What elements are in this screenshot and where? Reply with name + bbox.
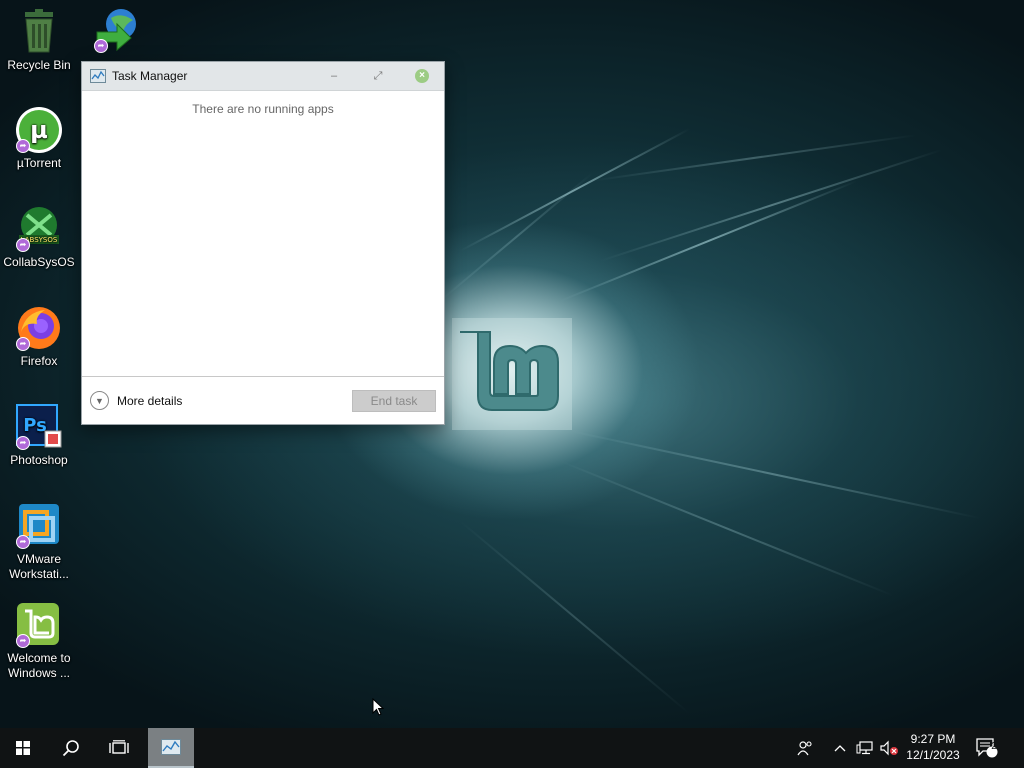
wallpaper-streak <box>559 180 858 302</box>
people-button[interactable] <box>792 728 818 768</box>
task-manager-icon <box>90 69 106 83</box>
clock[interactable]: 9:27 PM 12/1/2023 <box>902 731 964 763</box>
maximize-button[interactable]: ⤢ <box>356 62 400 90</box>
internet-download-manager-icon: ➦ <box>93 6 141 54</box>
taskbar: 9:27 PM 12/1/2023 2 <box>0 728 1024 768</box>
photoshop-icon: Ps ➦ <box>15 403 63 451</box>
volume-button[interactable] <box>878 728 900 768</box>
clock-time: 9:27 PM <box>910 732 956 746</box>
desktop-icon-utorrent[interactable]: µ ➦ µTorrent <box>0 106 78 171</box>
desktop: Recycle Bin ➦ µ ➦ µTorrent LABSYSOS ➦ Co… <box>0 0 1024 728</box>
task-manager-footer: ▼ More details End task <box>82 376 444 424</box>
mouse-cursor-icon <box>372 698 384 716</box>
desktop-icon-label: Recycle Bin <box>7 58 71 72</box>
wallpaper-streak <box>559 460 895 597</box>
desktop-icon-label: Photoshop <box>10 453 68 467</box>
more-details-link[interactable]: More details <box>117 394 352 408</box>
desktop-icon-label: Welcome to Windows ... <box>7 651 71 680</box>
volume-muted-icon <box>880 740 898 756</box>
wallpaper-streak <box>459 128 691 252</box>
task-view-button[interactable] <box>96 728 142 768</box>
close-button[interactable]: × <box>400 62 444 90</box>
search-icon <box>62 740 79 757</box>
desktop-icon-label: µTorrent <box>16 156 62 170</box>
collabsysos-icon: LABSYSOS ➦ <box>15 205 63 253</box>
desktop-icon-recycle-bin[interactable]: Recycle Bin <box>0 8 78 73</box>
shortcut-arrow-icon: ➦ <box>16 634 30 648</box>
search-button[interactable] <box>48 728 94 768</box>
firefox-icon: ➦ <box>15 304 63 352</box>
shortcut-arrow-icon: ➦ <box>16 337 30 351</box>
shortcut-arrow-icon: ➦ <box>94 39 108 53</box>
chevron-up-icon <box>834 745 846 752</box>
start-button[interactable] <box>0 728 46 768</box>
photoshop-badge-text: Ps <box>23 415 47 436</box>
desktop-icon-internet-download-manager[interactable]: ➦ <box>78 6 156 56</box>
shortcut-arrow-icon: ➦ <box>16 535 30 549</box>
network-icon <box>856 741 873 755</box>
desktop-icon-welcome-to-windows[interactable]: ➦ Welcome to Windows ... <box>0 601 78 681</box>
desktop-icon-photoshop[interactable]: Ps ➦ Photoshop <box>0 403 78 468</box>
people-icon <box>797 741 812 756</box>
recycle-bin-icon <box>15 8 63 56</box>
task-manager-window: Task Manager – ⤢ × There are no running … <box>81 61 445 425</box>
no-running-apps-message: There are no running apps <box>192 102 334 116</box>
desktop-icon-firefox[interactable]: ➦ Firefox <box>0 304 78 369</box>
minimize-button[interactable]: – <box>312 62 356 90</box>
taskbar-app-task-manager[interactable] <box>148 728 194 768</box>
shortcut-arrow-icon: ➦ <box>16 139 30 153</box>
desktop-icon-vmware-workstation[interactable]: ➦ VMware Workstati... <box>0 502 78 582</box>
wallpaper-streak <box>459 520 691 715</box>
wallpaper-streak <box>599 148 943 262</box>
task-manager-icon <box>161 739 181 755</box>
maximize-icon: ⤢ <box>373 69 383 82</box>
network-button[interactable] <box>854 728 876 768</box>
linux-mint-logo <box>452 318 572 430</box>
notifications-count-badge: 2 <box>991 741 997 752</box>
utorrent-icon: µ ➦ <box>15 106 63 154</box>
wallpaper-streak <box>569 430 982 520</box>
task-view-icon <box>109 740 129 754</box>
chevron-down-icon[interactable]: ▼ <box>90 391 109 410</box>
desktop-icon-label: Firefox <box>20 354 58 368</box>
show-hidden-icons-button[interactable] <box>830 728 850 768</box>
end-task-button[interactable]: End task <box>352 389 436 412</box>
desktop-icon-collabsysos[interactable]: LABSYSOS ➦ CollabSysOS <box>0 205 78 270</box>
notifications-button[interactable]: 2 <box>970 728 1004 768</box>
svg-text:µ: µ <box>30 116 48 144</box>
desktop-icon-label: VMware Workstati... <box>9 552 69 581</box>
vmware-icon: ➦ <box>15 502 63 550</box>
task-manager-titlebar[interactable]: Task Manager – ⤢ × <box>82 62 444 91</box>
window-title: Task Manager <box>112 69 188 83</box>
wallpaper-streak <box>439 171 594 302</box>
windows-start-icon <box>16 741 30 755</box>
desktop-icon-label: CollabSysOS <box>3 255 75 269</box>
minimize-icon: – <box>330 70 338 82</box>
shortcut-arrow-icon: ➦ <box>16 238 30 252</box>
shortcut-arrow-icon: ➦ <box>16 436 30 450</box>
clock-date: 12/1/2023 <box>906 748 960 762</box>
linux-mint-welcome-icon: ➦ <box>15 601 63 649</box>
close-icon: × <box>415 69 429 83</box>
